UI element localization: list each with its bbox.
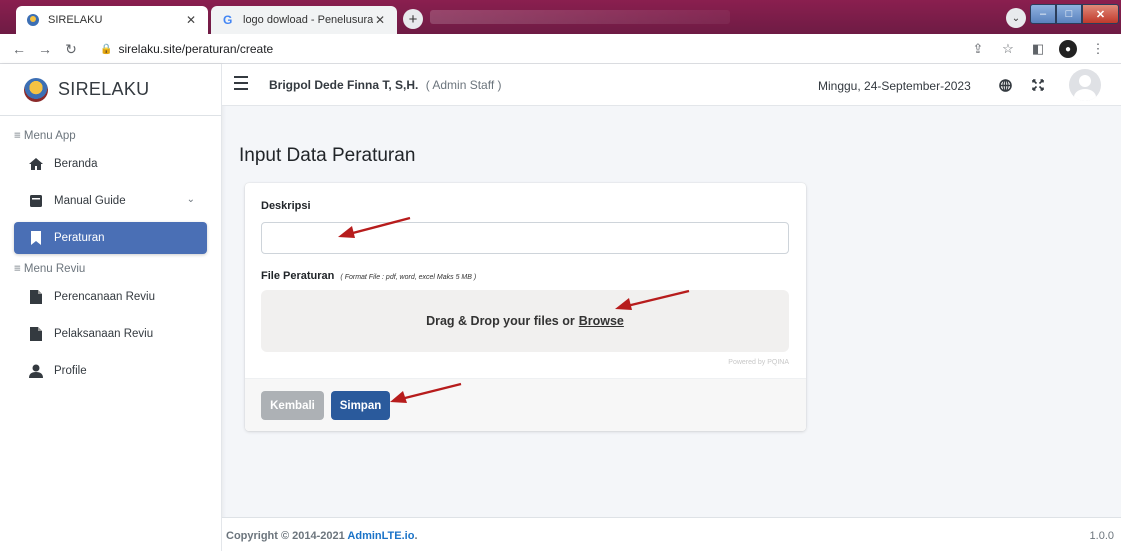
form-card: Deskripsi File Peraturan ( Format File :… [245,183,806,431]
adminlte-link[interactable]: AdminLTE.io [347,530,414,542]
sidebar-item-profile[interactable]: Profile [14,355,207,387]
blurred-tabs [430,10,730,24]
file-peraturan-label: File Peraturan [261,270,335,282]
nav-header-menu-reviu: ≡ Menu Reviu [14,263,86,275]
bookmark-icon [28,230,44,246]
sidebar-item-perencanaan-reviu[interactable]: Perencanaan Reviu [14,281,207,313]
file-icon [28,326,44,342]
nav-header-menu-app: ≡ Menu App [14,130,76,142]
tab-title: SIRELAKU [48,14,103,26]
current-date: Minggu, 24-September-2023 [818,79,971,93]
side-panel-icon[interactable]: ◧ [1029,40,1047,58]
top-navbar: Brigpol Dede Finna T, S,H. ( Admin Staff… [222,64,1121,106]
tab-title: logo dowload - Penelusuran Goo [243,14,373,26]
svg-text:G: G [223,13,232,27]
user-role: ( Admin Staff ) [425,78,502,92]
browser-tab-google[interactable]: G logo dowload - Penelusuran Goo ✕ [211,6,397,34]
book-icon [28,193,44,209]
globe-icon[interactable] [997,77,1013,93]
hamburger-menu-icon[interactable] [234,76,248,90]
back-button[interactable]: Kembali [261,391,324,420]
back-arrow-icon[interactable]: ← [10,40,28,58]
window-maximize-button[interactable]: □ [1056,4,1082,24]
sidebar-item-label: Manual Guide [54,195,126,207]
drop-text: Drag & Drop your files or [426,314,575,328]
form-card-footer: Kembali Simpan [245,378,806,431]
url-field[interactable]: 🔒 sirelaku.site/peraturan/create [100,39,273,59]
browser-profile-icon[interactable]: ● [1059,40,1077,58]
avatar[interactable] [1069,69,1101,101]
file-format-hint: ( Format File : pdf, word, excel Maks 5 … [340,274,477,281]
sidebar-item-pelaksanaan-reviu[interactable]: Pelaksanaan Reviu [14,318,207,350]
new-tab-button[interactable]: + [403,9,423,29]
browser-tab-sirelaku[interactable]: SIRELAKU ✕ [16,6,208,34]
sidebar-item-peraturan[interactable]: Peraturan [14,222,207,254]
powered-by-text[interactable]: Powered by PQINA [728,359,789,366]
reload-icon[interactable]: ↻ [62,40,80,58]
copyright-suffix: . [414,530,418,542]
copyright-prefix: Copyright © 2014-2021 [226,530,345,542]
page-footer: Copyright © 2014-2021 AdminLTE.io. 1.0.0 [222,517,1121,551]
sidebar-item-label: Peraturan [54,232,105,244]
bookmark-star-icon[interactable]: ☆ [999,40,1017,58]
brand-logo-icon [24,77,48,102]
browser-tab-bar: SIRELAKU ✕ G logo dowload - Penelusuran … [0,0,1121,34]
window-minimize-button[interactable]: – [1030,4,1056,24]
share-icon[interactable]: ⇪ [969,40,987,58]
sidebar: SIRELAKU ≡ Menu App Beranda Manual Guide… [0,64,222,551]
brand-link[interactable]: SIRELAKU [0,64,221,116]
annotation-arrow-deskripsi [338,216,411,238]
sidebar-item-label: Pelaksanaan Reviu [54,328,154,340]
google-icon: G [221,13,235,27]
sidebar-item-manual-guide[interactable]: Manual Guide ⌄ [14,185,207,217]
fullscreen-icon[interactable] [1030,77,1046,93]
version-text: 1.0.0 [1089,530,1114,542]
user-icon [28,363,44,379]
annotation-arrow-browse [615,289,690,310]
sidebar-item-beranda[interactable]: Beranda [14,148,207,180]
browse-link[interactable]: Browse [579,314,624,328]
file-drop-zone[interactable]: Drag & Drop your files or Browse [261,290,789,352]
save-button[interactable]: Simpan [331,391,390,420]
sidebar-item-label: Profile [54,365,87,377]
copyright: Copyright © 2014-2021 AdminLTE.io. [226,530,418,542]
browser-menu-icon[interactable]: ⋮ [1089,40,1107,58]
file-icon [28,289,44,305]
shield-logo-icon [26,13,40,27]
lock-icon: 🔒 [100,43,113,55]
url-text: sirelaku.site/peraturan/create [118,42,274,56]
forward-arrow-icon[interactable]: → [36,40,54,58]
user-info: Brigpol Dede Finna T, S,H. ( Admin Staff… [269,78,502,92]
tab-close-icon[interactable]: ✕ [184,13,198,27]
sidebar-item-label: Beranda [54,158,98,170]
annotation-arrow-simpan [390,382,462,403]
user-name: Brigpol Dede Finna T, S,H. [269,78,419,92]
deskripsi-label: Deskripsi [261,200,311,212]
home-icon [28,156,44,172]
brand-name: SIRELAKU [58,79,150,99]
address-bar: ← → ↻ 🔒 sirelaku.site/peraturan/create ⇪… [0,34,1121,64]
tab-search-chevron-icon[interactable]: ⌄ [1006,8,1026,28]
chevron-down-icon: ⌄ [186,194,195,205]
sidebar-item-label: Perencanaan Reviu [54,291,156,303]
file-label-row: File Peraturan ( Format File : pdf, word… [261,270,476,282]
tab-close-icon[interactable]: ✕ [373,13,387,27]
window-close-button[interactable]: ✕ [1082,4,1119,24]
page-title: Input Data Peraturan [239,145,416,166]
